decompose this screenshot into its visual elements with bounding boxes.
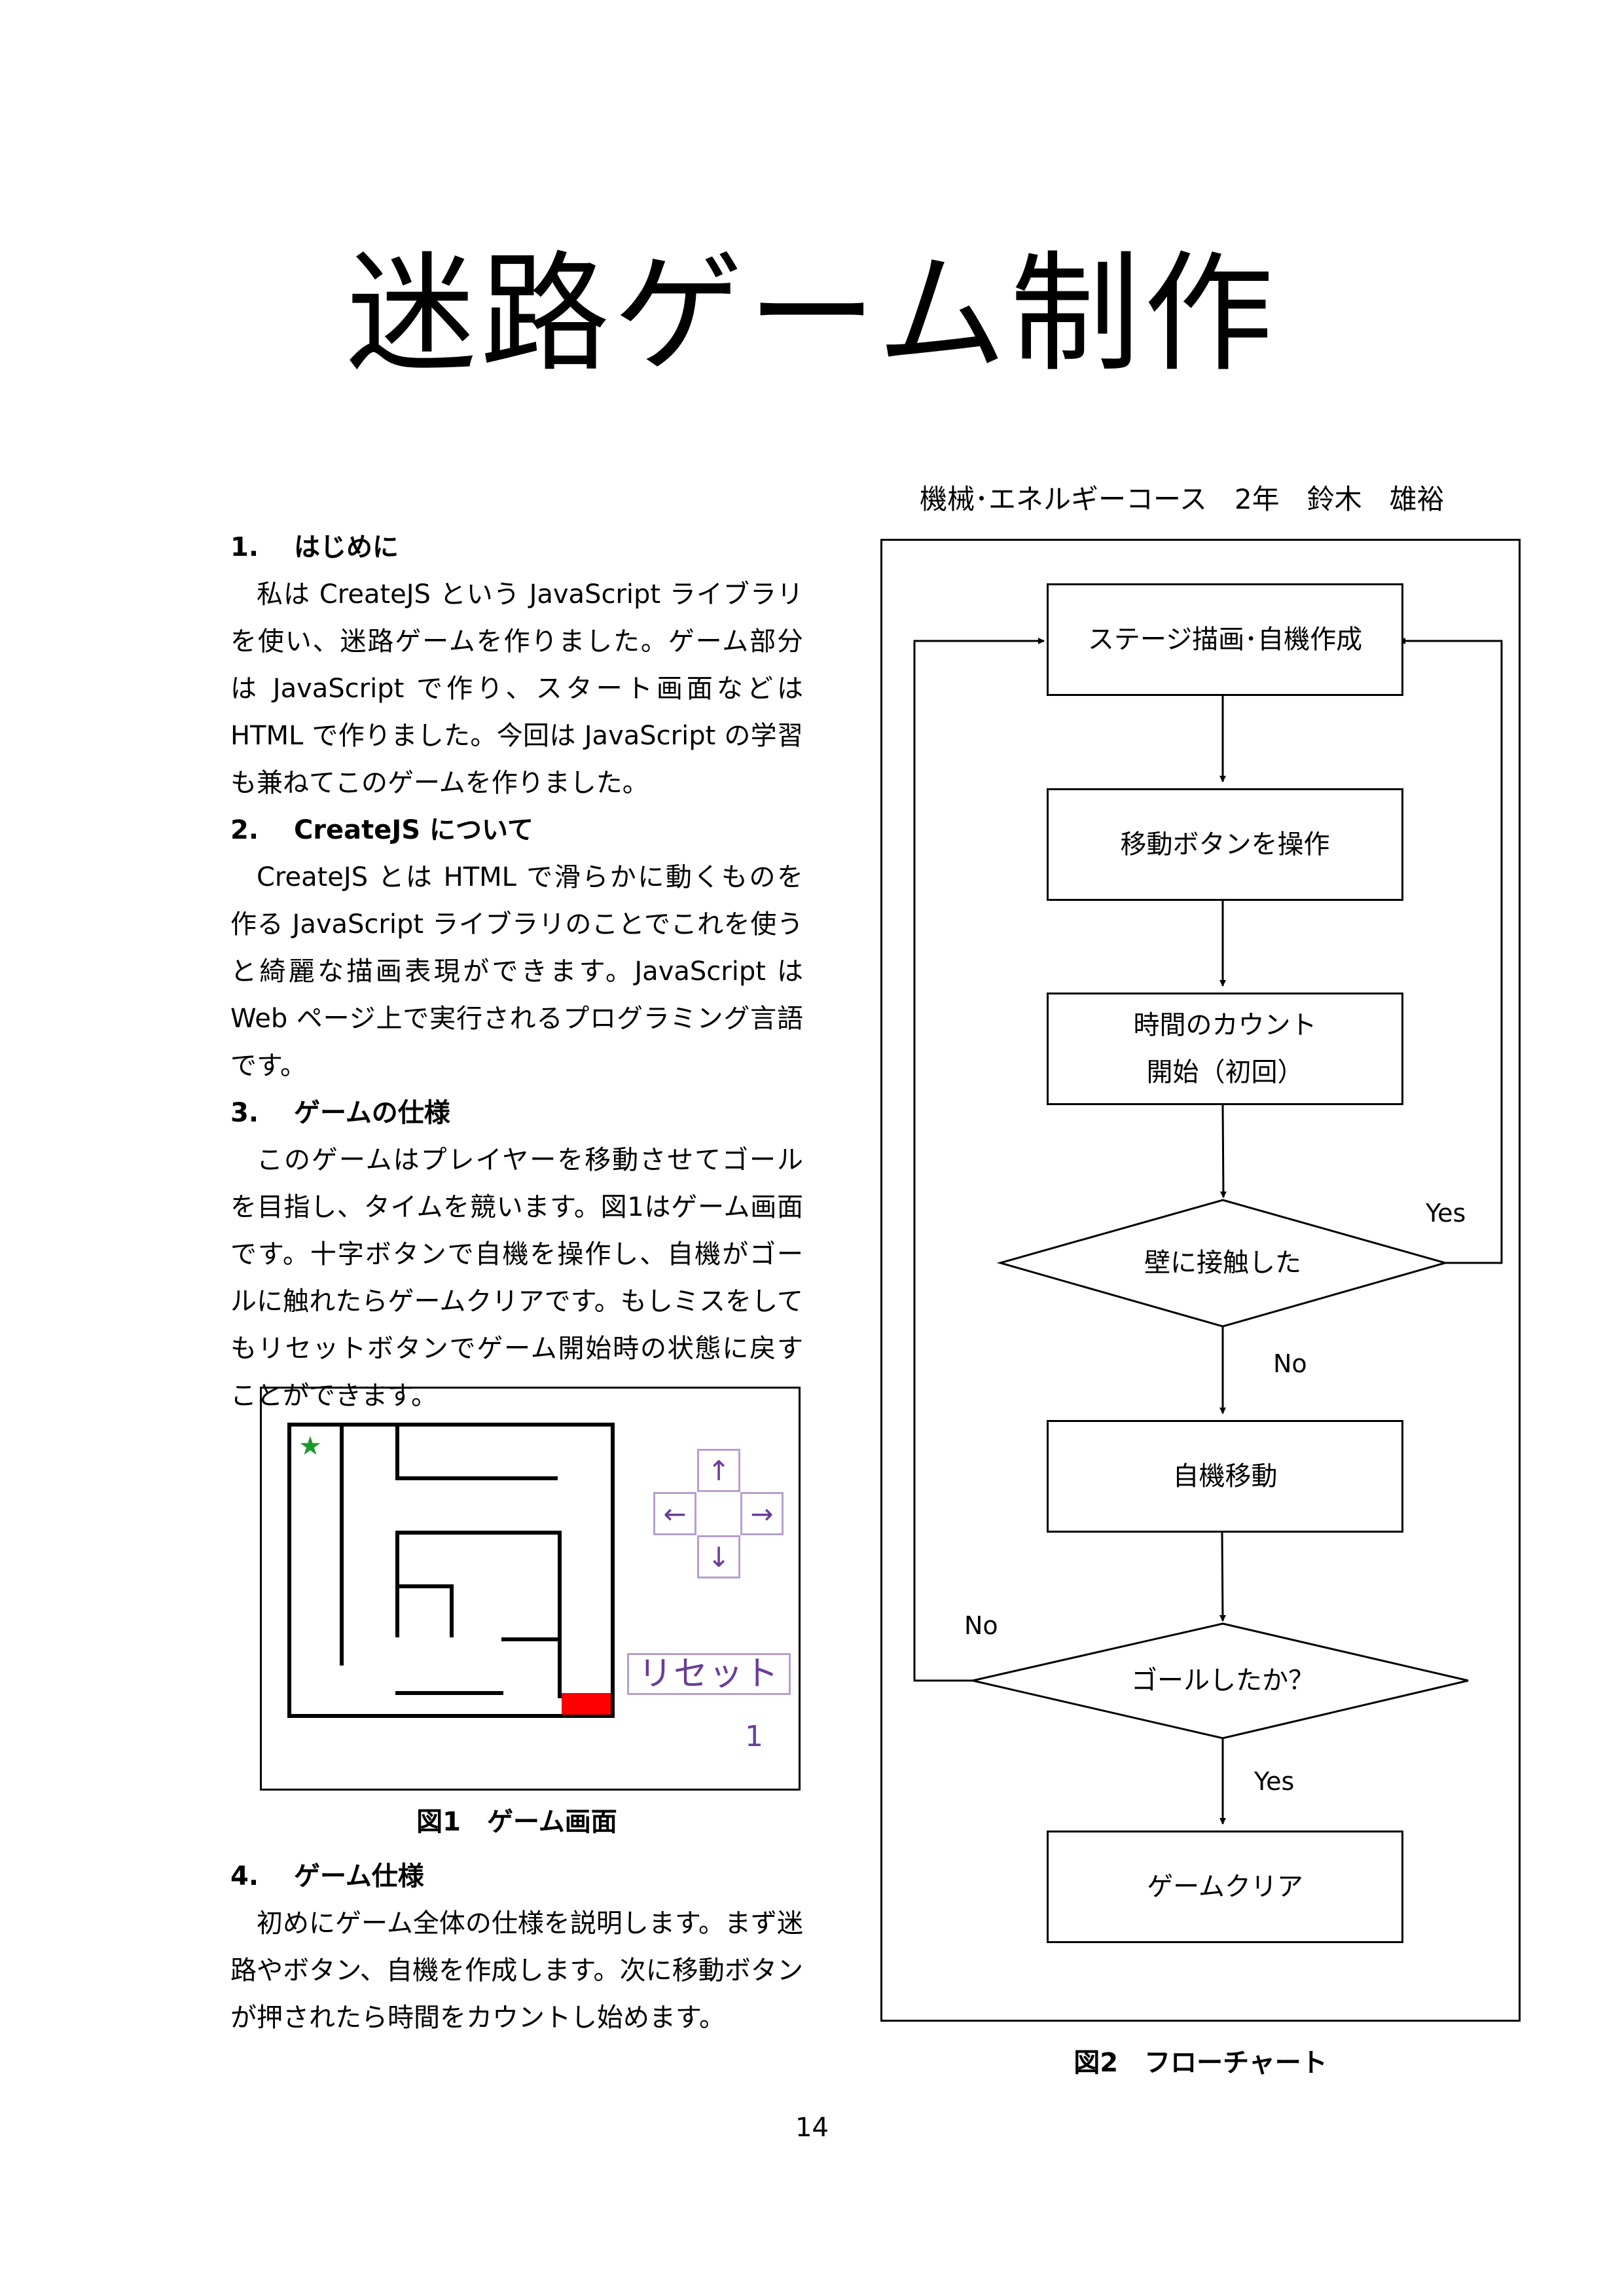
wall-yes-label: Yes (1426, 1199, 1466, 1228)
wall-no-label: No (1273, 1349, 1307, 1378)
maze-outer-wall (287, 1423, 615, 1718)
node-clear: ゲームクリア (1047, 1831, 1403, 1943)
figure1-caption: 図1 ゲーム画面 (416, 1807, 617, 1837)
node-wall-label: 壁に接触した (1144, 1248, 1301, 1278)
arrow-wall-yes (1399, 638, 1503, 1264)
section-paragraph: 私は CreateJS という JavaScript ライブラリを使い、迷路ゲー… (230, 579, 803, 798)
right-button[interactable]: → (740, 1492, 784, 1535)
flowchart-figure: ステージ描画･自機作成 移動ボタンを操作 時間のカウント 開始（初回） 壁に接触… (880, 539, 1521, 2022)
section-heading: 4. ゲーム仕様 (230, 1861, 424, 1891)
node-operate-label: 移動ボタンを操作 (1120, 829, 1330, 860)
section-paragraph: CreateJS とは HTML で滑らかに動くものを作る JavaScript… (230, 862, 803, 1081)
section-heading: 3. ゲームの仕様 (230, 1098, 450, 1128)
player-star-icon: ★ (298, 1431, 322, 1461)
arrow-move-to-goal (1219, 1532, 1226, 1622)
node-operate: 移動ボタンを操作 (1047, 788, 1403, 901)
flowchart-connectors (913, 638, 1503, 1825)
node-stage-label: ステージ描画･自機作成 (1087, 625, 1363, 655)
node-count-line2: 開始（初回） (1146, 1057, 1304, 1087)
page-title: 迷路ゲーム制作 (346, 238, 1278, 390)
left-column: 1. はじめに 私は CreateJS という JavaScript ライブラリ… (230, 524, 803, 1419)
left-button[interactable]: ← (653, 1492, 696, 1535)
section-paragraph: 初めにゲーム全体の仕様を説明します。まず迷路やボタン、自機を作成します。次に移動… (230, 1908, 803, 2033)
section-heading: 1. はじめに (230, 532, 399, 562)
goal-no-label: No (964, 1611, 998, 1640)
section-heading: 2. CreateJS について (230, 815, 533, 845)
node-clear-label: ゲームクリア (1147, 1872, 1303, 1902)
node-goal-label: ゴールしたか？ (1131, 1666, 1314, 1696)
page-number: 14 (795, 2113, 829, 2143)
reset-button[interactable]: リセット (627, 1653, 791, 1695)
node-move: 自機移動 (1047, 1420, 1403, 1533)
node-move-label: 自機移動 (1172, 1461, 1278, 1491)
goal-block (562, 1693, 611, 1715)
node-count-line1: 時間のカウント (1133, 1010, 1317, 1040)
up-button[interactable]: ↑ (697, 1449, 740, 1492)
figure2-caption: 図2 フローチャート (1074, 2048, 1327, 2078)
section-paragraph: このゲームはプレイヤーを移動させてゴールを目指し、タイムを競います。図1はゲーム… (230, 1145, 803, 1411)
down-button[interactable]: ↓ (697, 1535, 740, 1578)
arrow-goal-no (913, 638, 1045, 1682)
goal-yes-label: Yes (1254, 1767, 1295, 1796)
section-4: 4. ゲーム仕様 初めにゲーム全体の仕様を説明します。まず迷路やボタン、自機を作… (230, 1853, 803, 2041)
time-counter: 1 (745, 1720, 763, 1753)
author-line: 機械･エネルギーコース 2年 鈴木 雄裕 (920, 483, 1445, 515)
game-screen-figure: ★ ↑ ← → ↓ (260, 1387, 801, 1791)
node-stage: ステージ描画･自機作成 (1047, 583, 1403, 696)
node-count: 時間のカウント 開始（初回） (1047, 993, 1403, 1105)
